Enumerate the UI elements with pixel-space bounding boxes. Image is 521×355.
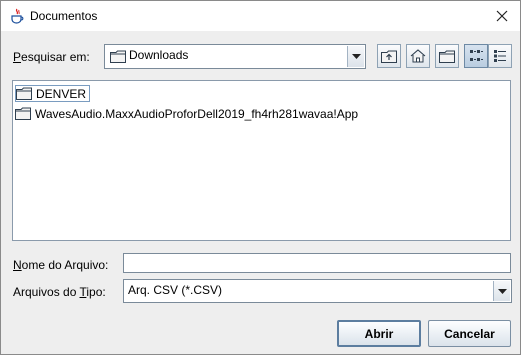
file-type-dropdown-arrow[interactable] (493, 281, 510, 301)
list-view-icon (470, 50, 483, 61)
file-type-combo[interactable]: Arq. CSV (*.CSV) (123, 279, 512, 303)
file-name-label: Nome do Arquivo: (13, 258, 109, 272)
folder-icon (16, 87, 32, 100)
look-in-dropdown-arrow[interactable] (347, 46, 364, 67)
new-folder-button[interactable] (435, 44, 459, 68)
list-item[interactable]: DENVER (15, 85, 91, 102)
file-list[interactable]: DENVER WavesAudio.MaxxAudioProforDell201… (12, 80, 511, 241)
close-button[interactable] (488, 3, 516, 29)
details-view-icon (494, 50, 506, 62)
list-view-button[interactable] (464, 44, 488, 68)
details-view-button[interactable] (488, 44, 512, 68)
folder-up-icon (381, 50, 397, 63)
folder-icon (110, 50, 126, 63)
look-in-label: Pesquisar em: (13, 50, 90, 64)
look-in-combo[interactable]: Downloads (104, 44, 366, 69)
file-chooser-dialog: Documentos Pesquisar em: Downloads DENVE… (0, 0, 521, 355)
home-icon (410, 49, 426, 63)
cancel-button[interactable]: Cancelar (428, 320, 511, 347)
window-title: Documentos (30, 9, 98, 23)
chevron-down-icon (351, 54, 361, 59)
java-cup-icon (11, 8, 24, 24)
file-name: DENVER (36, 86, 87, 101)
list-item[interactable]: WavesAudio.MaxxAudioProforDell2019_fh4rh… (15, 105, 358, 122)
file-name-input[interactable] (123, 253, 511, 273)
new-folder-icon (439, 50, 455, 63)
chevron-down-icon (497, 288, 507, 294)
file-name: WavesAudio.MaxxAudioProforDell2019_fh4rh… (35, 106, 359, 121)
look-in-value: Downloads (129, 48, 189, 62)
home-button[interactable] (406, 44, 430, 68)
file-type-value: Arq. CSV (*.CSV) (128, 283, 223, 297)
up-one-level-button[interactable] (377, 44, 401, 68)
title-bar: Documentos (1, 1, 520, 31)
open-button[interactable]: Abrir (337, 320, 421, 347)
folder-icon (15, 107, 31, 120)
close-icon (496, 10, 508, 22)
file-type-label: Arquivos do Tipo: (13, 285, 106, 299)
